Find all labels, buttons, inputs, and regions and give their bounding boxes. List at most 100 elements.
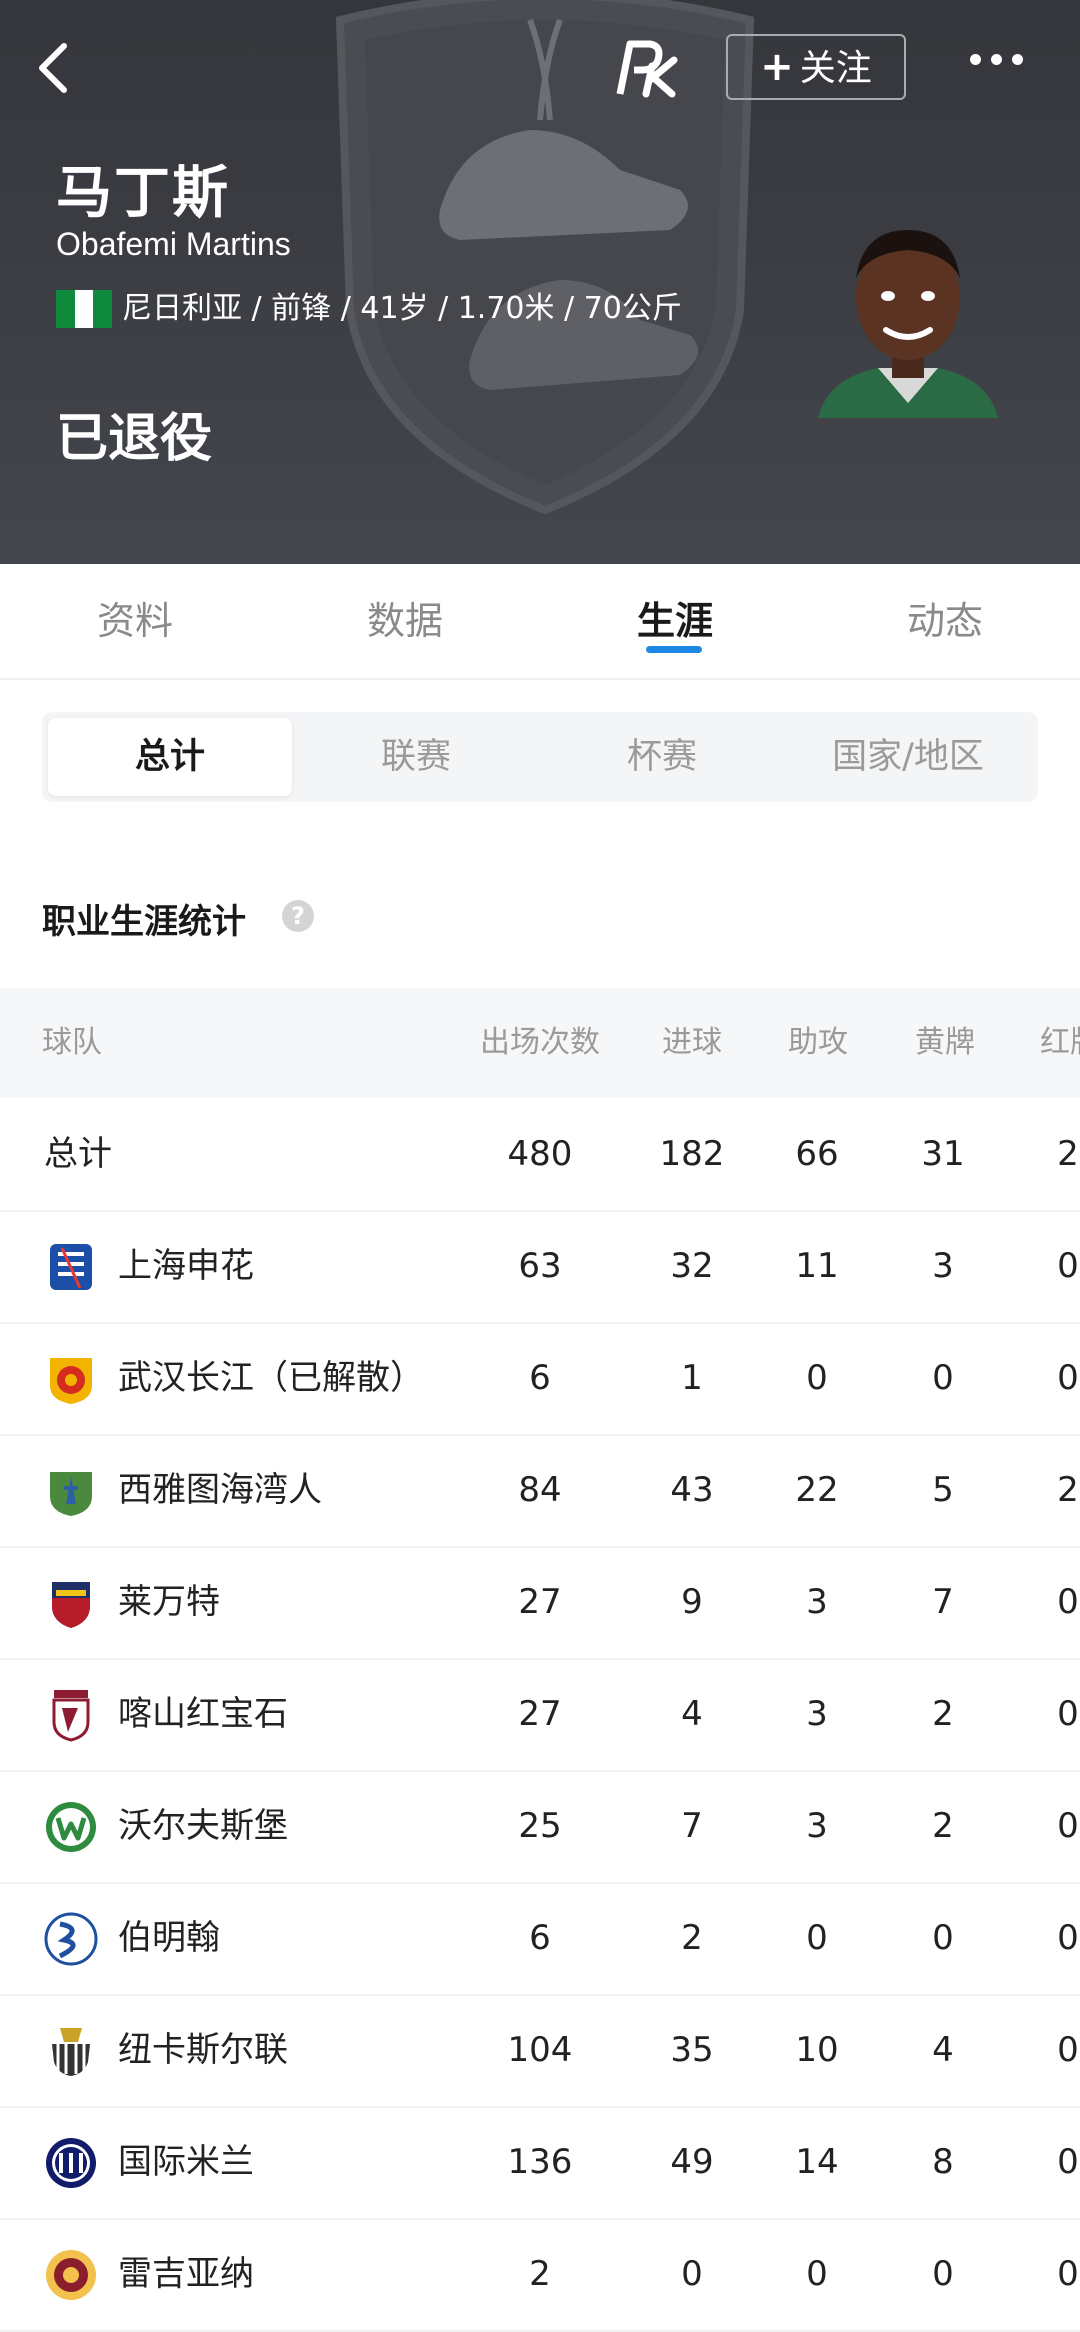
stat-red: 0 xyxy=(1057,1246,1079,1286)
stat-apps: 480 xyxy=(507,1134,573,1174)
team-name: 总计 xyxy=(44,1134,112,1174)
team-name: 喀山红宝石 xyxy=(118,1694,288,1734)
stat-apps: 6 xyxy=(529,1918,551,1958)
seattle-sounders-logo xyxy=(50,1472,92,1516)
pk-logo-icon xyxy=(616,40,678,98)
stat-assists: 3 xyxy=(806,1582,828,1622)
table-row[interactable]: 西雅图海湾人 84 43 22 5 2 xyxy=(0,1434,1080,1548)
segment-cup[interactable]: 杯赛 xyxy=(540,718,784,796)
table-row[interactable]: 伯明翰 6 2 0 0 0 xyxy=(0,1882,1080,1996)
stat-red: 0 xyxy=(1057,1806,1079,1846)
stat-assists: 0 xyxy=(806,1918,828,1958)
stat-assists: 3 xyxy=(806,1694,828,1734)
player-name-en: Obafemi Martins xyxy=(56,226,291,262)
stat-apps: 27 xyxy=(518,1582,562,1622)
team-name: 武汉长江（已解散） xyxy=(118,1358,424,1398)
stat-goals: 182 xyxy=(659,1134,725,1174)
section-title: 职业生涯统计 xyxy=(42,902,246,942)
table-header: 球队 出场次数 进球 助攻 黄牌 红牌 xyxy=(0,988,1080,1098)
career-filter-segment: 总计 联赛 杯赛 国家/地区 xyxy=(42,712,1038,802)
stat-yellow: 4 xyxy=(932,2030,954,2070)
stat-goals: 32 xyxy=(670,1246,714,1286)
tab-news[interactable]: 动态 xyxy=(810,564,1080,678)
inter-milan-logo xyxy=(46,2138,96,2188)
team-name: 雷吉亚纳 xyxy=(118,2254,254,2294)
table-row[interactable]: 雷吉亚纳 2 0 0 0 0 xyxy=(0,2218,1080,2332)
plus-icon: + xyxy=(760,44,794,90)
stat-goals: 35 xyxy=(670,2030,714,2070)
player-info-text: 尼日利亚 / 前锋 / 41岁 / 1.70米 / 70公斤 xyxy=(122,291,682,326)
stat-goals: 2 xyxy=(681,1918,703,1958)
stat-apps: 104 xyxy=(507,2030,573,2070)
boots-crest-watermark xyxy=(335,0,755,515)
tab-career[interactable]: 生涯 xyxy=(540,564,810,678)
nigeria-flag-icon xyxy=(56,290,113,328)
stat-assists: 22 xyxy=(795,1470,839,1510)
table-row[interactable]: 上海申花 63 32 11 3 0 xyxy=(0,1210,1080,1324)
newcastle-logo xyxy=(52,2028,90,2076)
stat-yellow: 0 xyxy=(932,1358,954,1398)
segment-total[interactable]: 总计 xyxy=(48,718,292,796)
stat-yellow: 2 xyxy=(932,1694,954,1734)
stat-goals: 49 xyxy=(670,2142,714,2182)
stat-assists: 3 xyxy=(806,1806,828,1846)
reggiana-logo xyxy=(46,2250,96,2300)
stat-apps: 25 xyxy=(518,1806,562,1846)
stat-goals: 9 xyxy=(681,1582,703,1622)
stat-assists: 0 xyxy=(806,2254,828,2294)
wuhan-changjiang-logo xyxy=(50,1358,92,1404)
stat-red: 0 xyxy=(1057,2030,1079,2070)
more-options-icon[interactable] xyxy=(970,50,1040,80)
stat-assists: 14 xyxy=(795,2142,839,2182)
tab-profile[interactable]: 资料 xyxy=(0,564,270,678)
stat-red: 2 xyxy=(1057,1470,1079,1510)
stat-goals: 43 xyxy=(670,1470,714,1510)
stat-apps: 2 xyxy=(529,2254,551,2294)
team-name: 上海申花 xyxy=(118,1246,254,1286)
wolfsburg-logo xyxy=(46,1802,96,1852)
stat-red: 0 xyxy=(1057,1358,1079,1398)
levante-logo xyxy=(52,1582,90,1628)
help-icon[interactable]: ? xyxy=(282,900,314,932)
stat-yellow: 5 xyxy=(932,1470,954,1510)
table-row[interactable]: 纽卡斯尔联 104 35 10 4 0 xyxy=(0,1994,1080,2108)
table-row[interactable]: 武汉长江（已解散） 6 1 0 0 0 xyxy=(0,1322,1080,1436)
stat-apps: 63 xyxy=(518,1246,562,1286)
stat-yellow: 2 xyxy=(932,1806,954,1846)
stat-red: 0 xyxy=(1057,1694,1079,1734)
team-name: 西雅图海湾人 xyxy=(118,1470,322,1510)
table-row[interactable]: 沃尔夫斯堡 25 7 3 2 0 xyxy=(0,1770,1080,1884)
stat-yellow: 7 xyxy=(932,1582,954,1622)
stat-yellow: 3 xyxy=(932,1246,954,1286)
segment-national[interactable]: 国家/地区 xyxy=(786,718,1030,796)
team-name: 国际米兰 xyxy=(118,2142,254,2182)
stat-assists: 0 xyxy=(806,1358,828,1398)
back-arrow-icon[interactable] xyxy=(28,38,78,98)
table-row-total: 总计 480 182 66 31 2 xyxy=(0,1098,1080,1212)
team-name: 沃尔夫斯堡 xyxy=(118,1806,288,1846)
team-name: 莱万特 xyxy=(118,1582,220,1622)
col-header-assists: 助攻 xyxy=(788,1025,848,1060)
table-row[interactable]: 国际米兰 136 49 14 8 0 xyxy=(0,2106,1080,2220)
table-row[interactable]: 莱万特 27 9 3 7 0 xyxy=(0,1546,1080,1660)
team-name: 伯明翰 xyxy=(118,1918,220,1958)
player-status: 已退役 xyxy=(56,409,213,469)
team-name: 纽卡斯尔联 xyxy=(118,2030,288,2070)
col-header-yellow: 黄牌 xyxy=(915,1025,975,1060)
stat-red: 0 xyxy=(1057,2142,1079,2182)
stat-red: 0 xyxy=(1057,1918,1079,1958)
tab-stats[interactable]: 数据 xyxy=(270,564,540,678)
stat-apps: 27 xyxy=(518,1694,562,1734)
stat-apps: 136 xyxy=(507,2142,573,2182)
follow-button[interactable]: + 关注 xyxy=(726,34,906,100)
col-header-team: 球队 xyxy=(42,1025,102,1060)
rubin-kazan-logo xyxy=(52,1690,90,1742)
player-name-cn: 马丁斯 xyxy=(56,161,230,226)
stat-red: 2 xyxy=(1057,1134,1079,1174)
table-row[interactable]: 喀山红宝石 27 4 3 2 0 xyxy=(0,1658,1080,1772)
stat-apps: 6 xyxy=(529,1358,551,1398)
col-header-red: 红牌 xyxy=(1040,1025,1080,1060)
col-header-apps: 出场次数 xyxy=(480,1025,600,1060)
stat-assists: 66 xyxy=(795,1134,839,1174)
segment-league[interactable]: 联赛 xyxy=(294,718,538,796)
